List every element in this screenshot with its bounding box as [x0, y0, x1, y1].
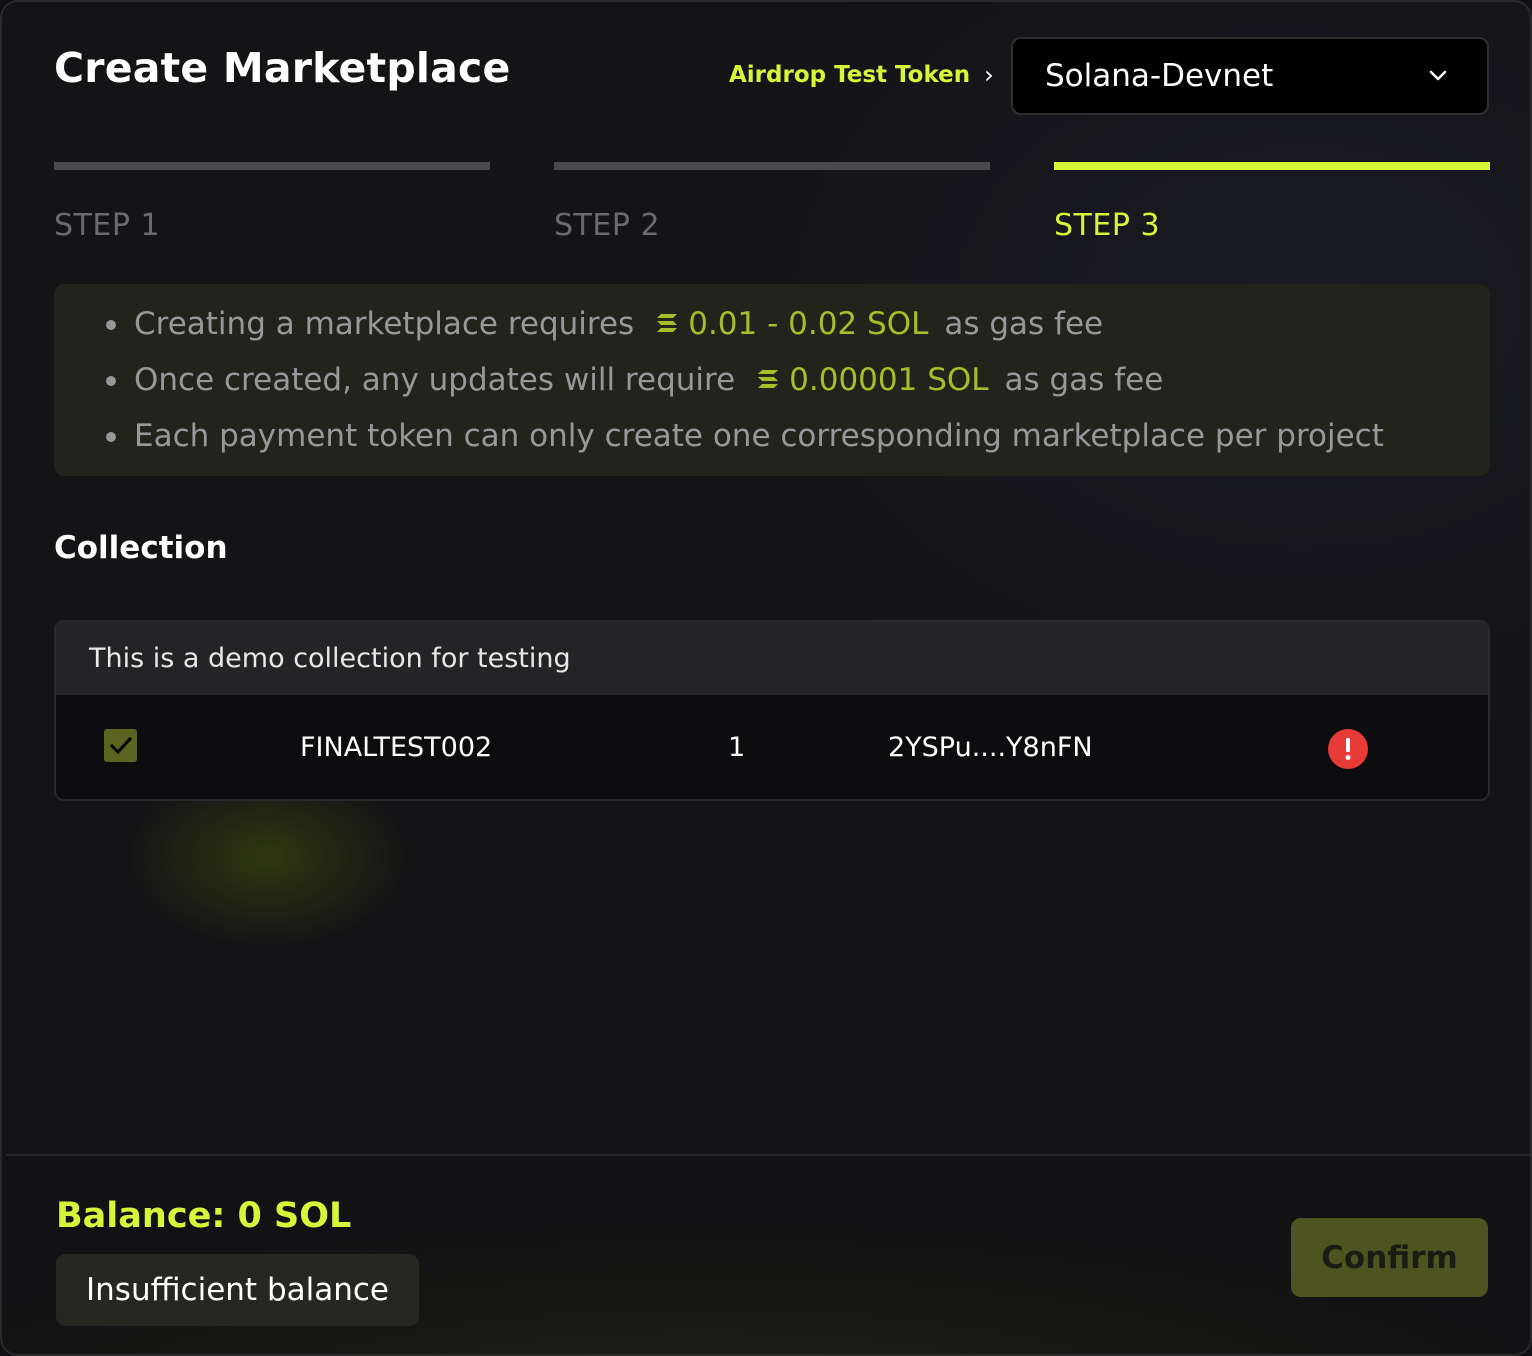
collection-section-title: Collection	[54, 530, 228, 566]
step-2: STEP 2	[554, 162, 990, 243]
insufficient-balance-badge: Insufficient balance	[56, 1254, 419, 1326]
step-1-label: STEP 1	[54, 208, 161, 243]
create-marketplace-modal: Create Marketplace Airdrop Test Token › …	[0, 0, 1532, 1356]
step-3-label: STEP 3	[1054, 208, 1161, 243]
step-2-progress-bar	[554, 162, 990, 170]
chevron-right-icon: ›	[984, 61, 994, 89]
row-checkbox[interactable]	[104, 729, 137, 762]
table-row: FINALTEST002 1 2YSPu....Y8nFN	[56, 695, 1488, 799]
step-1: STEP 1	[54, 162, 490, 243]
info-item-suffix: as gas fee	[944, 306, 1104, 342]
network-select[interactable]: Solana-Devnet	[1011, 37, 1489, 115]
info-item: Each payment token can only create one c…	[106, 408, 1490, 464]
step-2-label: STEP 2	[554, 208, 661, 243]
gas-fee-info-box: Creating a marketplace requires 0.01 - 0.…	[54, 284, 1490, 476]
warning-icon[interactable]	[1328, 729, 1368, 769]
page-title: Create Marketplace	[54, 44, 511, 92]
airdrop-link-label: Airdrop Test Token	[729, 62, 971, 88]
checkmark-icon	[109, 736, 132, 754]
info-item-suffix: as gas fee	[1004, 362, 1164, 398]
step-1-progress-bar	[54, 162, 490, 170]
confirm-button[interactable]: Confirm	[1291, 1218, 1488, 1297]
info-item-text: Once created, any updates will require	[134, 362, 736, 398]
info-list: Creating a marketplace requires 0.01 - 0.…	[106, 296, 1490, 464]
airdrop-test-token-link[interactable]: Airdrop Test Token ›	[729, 60, 994, 90]
footer-bar: Balance: 0 SOL Insufficient balance Conf…	[6, 1154, 1530, 1354]
gas-fee-amount: 0.01 - 0.02 SOL	[688, 306, 929, 342]
step-3-progress-bar	[1054, 162, 1490, 170]
info-item: Once created, any updates will require 0.…	[106, 352, 1490, 408]
info-item-text: Creating a marketplace requires	[134, 306, 635, 342]
collection-count: 1	[728, 732, 746, 763]
info-item: Creating a marketplace requires 0.01 - 0.…	[106, 296, 1490, 352]
solana-icon	[757, 351, 779, 407]
solana-icon	[656, 295, 678, 351]
update-fee-amount: 0.00001 SOL	[789, 362, 989, 398]
step-3: STEP 3	[1054, 162, 1490, 243]
collection-name: FINALTEST002	[300, 732, 493, 763]
info-item-text: Each payment token can only create one c…	[134, 418, 1384, 454]
balance-label: Balance: 0 SOL	[56, 1196, 352, 1236]
collection-address: 2YSPu....Y8nFN	[888, 732, 1093, 763]
network-select-value: Solana-Devnet	[1045, 58, 1274, 94]
chevron-down-icon	[1429, 70, 1447, 82]
stepper: STEP 1 STEP 2 STEP 3	[54, 162, 1490, 252]
collection-description: This is a demo collection for testing	[56, 622, 1488, 695]
collection-table: This is a demo collection for testing FI…	[54, 620, 1490, 801]
